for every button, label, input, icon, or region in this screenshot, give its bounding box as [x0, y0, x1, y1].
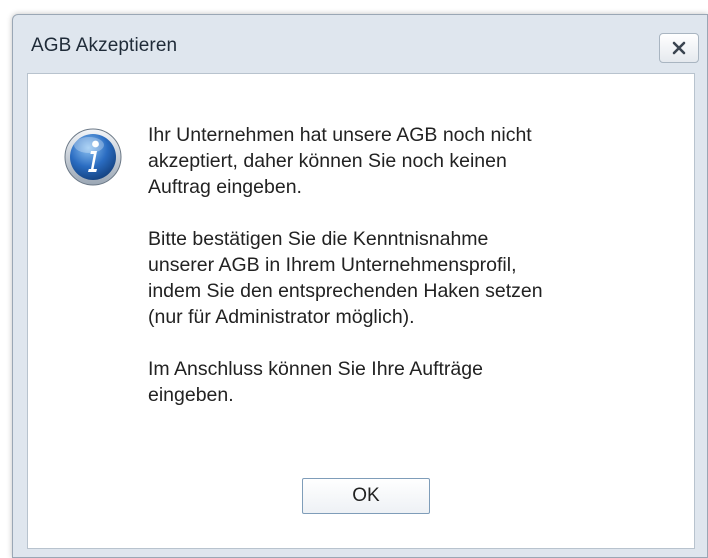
agb-dialog: AGB Akzeptieren Ihr Unternehmen hat unse… — [12, 14, 708, 558]
dialog-body: Ihr Unternehmen hat unsere AGB noch nich… — [27, 73, 695, 549]
dialog-title: AGB Akzeptieren — [31, 35, 178, 56]
message-paragraph-3: Im Anschluss können Sie Ihre Aufträge ei… — [148, 358, 483, 406]
close-button[interactable] — [659, 33, 699, 63]
info-icon — [64, 128, 122, 186]
ok-button[interactable]: OK — [302, 478, 430, 514]
dialog-titlebar[interactable]: AGB Akzeptieren — [13, 15, 707, 71]
close-icon — [672, 41, 686, 55]
message-paragraph-2: Bitte bestätigen Sie die Kenntnisnahme u… — [148, 228, 543, 328]
message-paragraph-1: Ihr Unternehmen hat unsere AGB noch nich… — [148, 124, 532, 198]
dialog-message: Ihr Unternehmen hat unsere AGB noch nich… — [148, 122, 688, 408]
